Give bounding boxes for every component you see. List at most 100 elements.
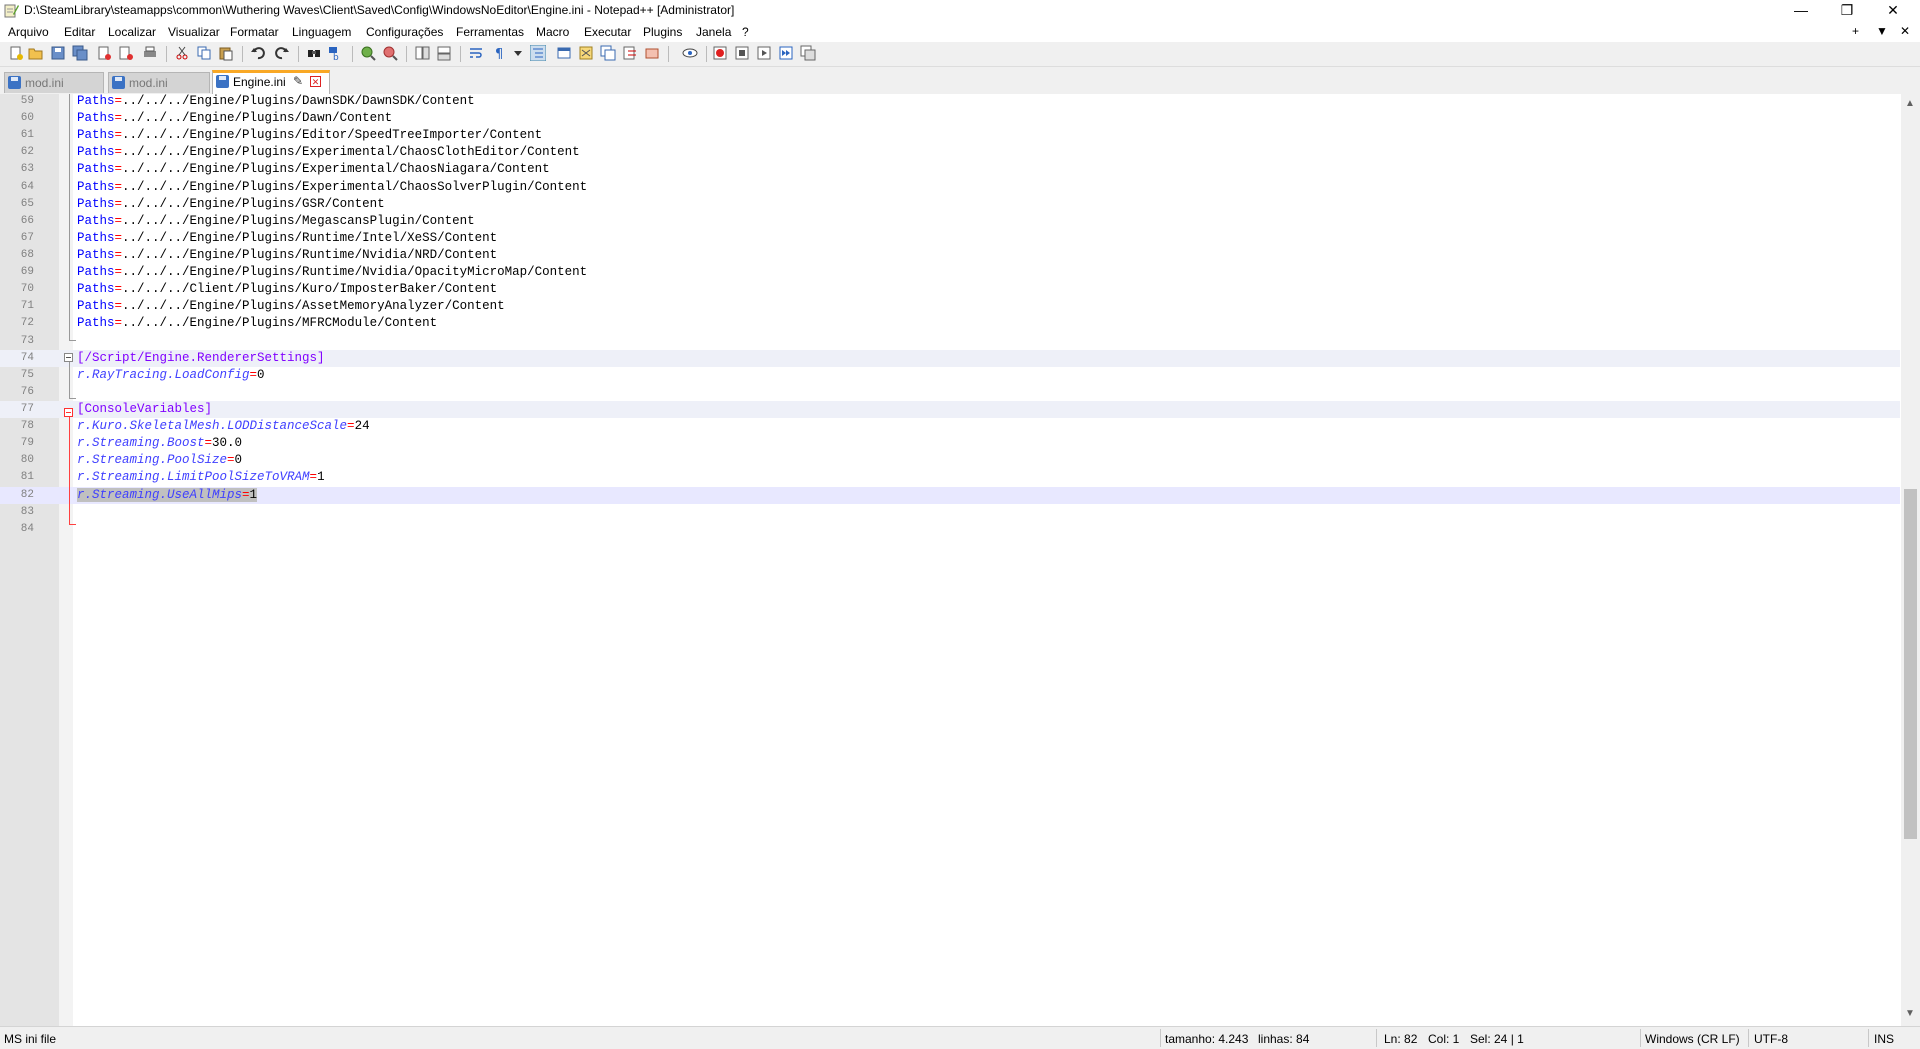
tab-mod-ini-2[interactable]: mod.ini xyxy=(108,72,210,93)
code-line[interactable]: 80 r.Streaming.PoolSize=0 xyxy=(0,452,1900,469)
code-line[interactable]: 72 Paths=../../../Engine/Plugins/MFRCModu… xyxy=(0,315,1900,332)
menu-plugins[interactable]: Plugins xyxy=(643,25,682,39)
function-list-icon[interactable] xyxy=(600,45,616,61)
close-file-icon[interactable] xyxy=(96,45,112,61)
ini-key: r.Streaming.PoolSize xyxy=(77,453,228,467)
preview-eye-icon[interactable] xyxy=(682,45,698,61)
editor-area[interactable]: 59 Paths=../../../Engine/Plugins/DawnSDK/… xyxy=(0,94,1920,1026)
minimize-button[interactable]: — xyxy=(1778,0,1824,22)
menu-ferramentas[interactable]: Ferramentas xyxy=(456,25,524,39)
save-all-icon[interactable] xyxy=(72,45,88,61)
code-line[interactable]: 62 Paths=../../../Engine/Plugins/Experime… xyxy=(0,144,1900,161)
vertical-scrollbar[interactable]: ▲ ▼ xyxy=(1901,94,1920,1026)
code-line[interactable]: 63 Paths=../../../Engine/Plugins/Experime… xyxy=(0,161,1900,178)
code-line[interactable]: 65 Paths=../../../Engine/Plugins/GSR/Cont… xyxy=(0,196,1900,213)
window-title: D:\SteamLibrary\steamapps\common\Wutheri… xyxy=(24,3,735,17)
new-file-icon[interactable] xyxy=(8,45,24,61)
close-doc-icon[interactable]: ✕ xyxy=(1900,24,1910,38)
sync-vertical-icon[interactable] xyxy=(414,45,430,61)
undo-icon[interactable] xyxy=(250,45,266,61)
menu-configuracoes[interactable]: Configurações xyxy=(366,25,443,39)
macro-play-icon[interactable] xyxy=(756,45,772,61)
code-line[interactable]: 61 Paths=../../../Engine/Plugins/Editor/S… xyxy=(0,127,1900,144)
indent-guide-icon[interactable] xyxy=(530,45,546,61)
redo-icon[interactable] xyxy=(274,45,290,61)
code-line[interactable]: 81 r.Streaming.LimitPoolSizeToVRAM=1 xyxy=(0,469,1900,486)
tab-list-icon[interactable]: ▼ xyxy=(1876,24,1888,38)
menu-linguagem[interactable]: Linguagem xyxy=(292,25,351,39)
doc-map-icon[interactable] xyxy=(578,45,594,61)
ini-equals: = xyxy=(204,436,213,450)
code-line[interactable]: 66 Paths=../../../Engine/Plugins/Megascan… xyxy=(0,213,1900,230)
macro-run-multiple-icon[interactable] xyxy=(778,45,794,61)
code-line[interactable]: 74 [/Script/Engine.RendererSettings] xyxy=(0,350,1900,367)
ini-key: r.Streaming.LimitPoolSizeToVRAM xyxy=(77,470,310,484)
code-line[interactable]: 67 Paths=../../../Engine/Plugins/Runtime/… xyxy=(0,230,1900,247)
folder-workspace-icon[interactable] xyxy=(622,45,638,61)
close-all-icon[interactable] xyxy=(118,45,134,61)
code-line[interactable]: 59 Paths=../../../Engine/Plugins/DawnSDK/… xyxy=(0,93,1900,110)
code-line[interactable]: 69 Paths=../../../Engine/Plugins/Runtime/… xyxy=(0,264,1900,281)
show-all-chars-icon[interactable]: ¶ xyxy=(492,45,508,61)
code-line[interactable]: 68 Paths=../../../Engine/Plugins/Runtime/… xyxy=(0,247,1900,264)
menu-macro[interactable]: Macro xyxy=(536,25,569,39)
open-file-icon[interactable] xyxy=(28,45,44,61)
code-line[interactable]: 60 Paths=../../../Engine/Plugins/Dawn/Con… xyxy=(0,110,1900,127)
fold-toggle-icon[interactable] xyxy=(64,408,73,417)
scroll-down-icon[interactable]: ▼ xyxy=(1905,1008,1915,1019)
menu-arquivo[interactable]: Arquivo xyxy=(8,25,49,39)
save-icon[interactable] xyxy=(50,45,66,61)
code-line[interactable]: 82 r.Streaming.UseAllMips=1 xyxy=(0,487,1900,504)
tab-engine-ini[interactable]: Engine.ini ✎ ✕ xyxy=(212,70,330,94)
sync-horizontal-icon[interactable] xyxy=(436,45,452,61)
copy-icon[interactable] xyxy=(196,45,212,61)
status-lines: linhas: 84 xyxy=(1258,1032,1310,1046)
menu-janela[interactable]: Janela xyxy=(696,25,731,39)
ini-value: ../../../Engine/Plugins/Experimental/Cha… xyxy=(122,162,550,176)
menu-visualizar[interactable]: Visualizar xyxy=(168,25,220,39)
pin-icon[interactable]: ✎ xyxy=(293,74,303,88)
word-wrap-icon[interactable] xyxy=(468,45,484,61)
tab-mod-ini-1[interactable]: mod.ini xyxy=(4,72,104,93)
ini-equals: = xyxy=(114,316,123,330)
replace-icon[interactable]: b xyxy=(328,45,344,61)
ini-value: ../../../Engine/Plugins/AssetMemoryAnaly… xyxy=(122,299,505,313)
macro-stop-icon[interactable] xyxy=(734,45,750,61)
dropdown-arrow-icon[interactable] xyxy=(510,45,526,61)
menu-editar[interactable]: Editar xyxy=(64,25,95,39)
menu-localizar[interactable]: Localizar xyxy=(108,25,156,39)
print-icon[interactable] xyxy=(142,45,158,61)
code-line[interactable]: 70 Paths=../../../Client/Plugins/Kuro/Imp… xyxy=(0,281,1900,298)
maximize-button[interactable]: ❐ xyxy=(1824,0,1870,22)
code-line[interactable]: 83 xyxy=(0,504,1900,521)
menu-formatar[interactable]: Formatar xyxy=(230,25,279,39)
code-line[interactable]: 84 xyxy=(0,521,1900,538)
code-line[interactable]: 78 r.Kuro.SkeletalMesh.LODDistanceScale=2… xyxy=(0,418,1900,435)
find-icon[interactable] xyxy=(306,45,322,61)
code-line[interactable]: 79 r.Streaming.Boost=30.0 xyxy=(0,435,1900,452)
status-line-pos: Ln: 82 xyxy=(1384,1032,1418,1046)
close-button[interactable]: ✕ xyxy=(1870,0,1916,22)
menu-executar[interactable]: Executar xyxy=(584,25,631,39)
macro-record-icon[interactable] xyxy=(712,45,728,61)
code-line[interactable]: 76 xyxy=(0,384,1900,401)
udl-icon[interactable] xyxy=(556,45,572,61)
cut-icon[interactable] xyxy=(174,45,190,61)
code-line[interactable]: 71 Paths=../../../Engine/Plugins/AssetMem… xyxy=(0,298,1900,315)
zoom-out-icon[interactable] xyxy=(382,45,398,61)
monitoring-icon[interactable] xyxy=(644,45,660,61)
scrollbar-thumb[interactable] xyxy=(1904,489,1917,839)
fold-toggle-icon[interactable] xyxy=(64,353,73,362)
tab-close-icon[interactable]: ✕ xyxy=(310,76,321,87)
paste-icon[interactable] xyxy=(218,45,234,61)
macro-save-icon[interactable] xyxy=(800,45,816,61)
code-line[interactable]: 75 r.RayTracing.LoadConfig=0 xyxy=(0,367,1900,384)
zoom-in-icon[interactable] xyxy=(360,45,376,61)
code-line[interactable]: 73 xyxy=(0,333,1900,350)
menu-help[interactable]: ? xyxy=(742,25,749,39)
scroll-up-icon[interactable]: ▲ xyxy=(1905,98,1915,109)
ini-key: Paths xyxy=(77,282,115,296)
code-line[interactable]: 77 [ConsoleVariables] xyxy=(0,401,1900,418)
new-tab-icon[interactable]: + xyxy=(1852,24,1859,38)
code-line[interactable]: 64 Paths=../../../Engine/Plugins/Experime… xyxy=(0,179,1900,196)
